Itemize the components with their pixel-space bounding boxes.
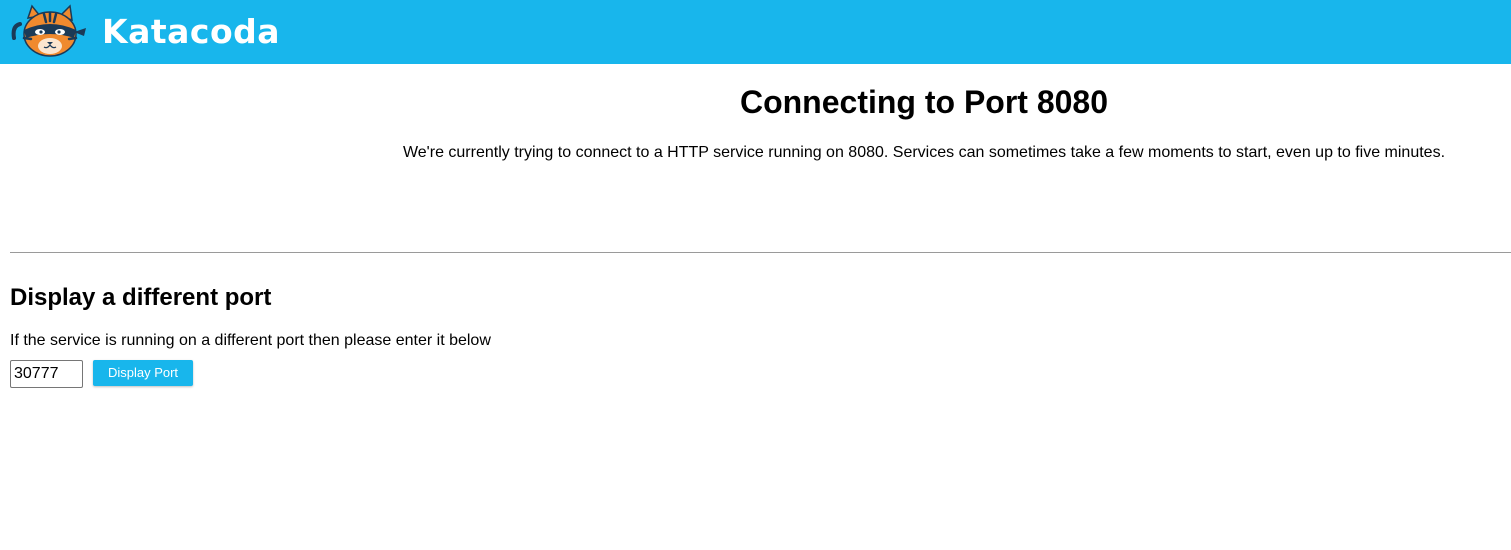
connection-status-text: We're currently trying to connect to a H… xyxy=(402,144,1446,161)
port-input[interactable] xyxy=(10,360,83,388)
katacoda-logo[interactable]: Katacoda xyxy=(10,4,280,60)
display-port-button[interactable]: Display Port xyxy=(93,360,193,386)
katacoda-wordmark: Katacoda xyxy=(102,12,281,51)
section-divider xyxy=(10,252,1511,253)
top-header-bar: Katacoda xyxy=(0,0,1511,64)
page-title: Connecting to Port 8080 xyxy=(739,84,1109,120)
different-port-heading: Display a different port xyxy=(10,284,272,311)
katacoda-cat-logo-icon xyxy=(11,4,86,57)
different-port-instructions: If the service is running on a different… xyxy=(10,332,491,349)
